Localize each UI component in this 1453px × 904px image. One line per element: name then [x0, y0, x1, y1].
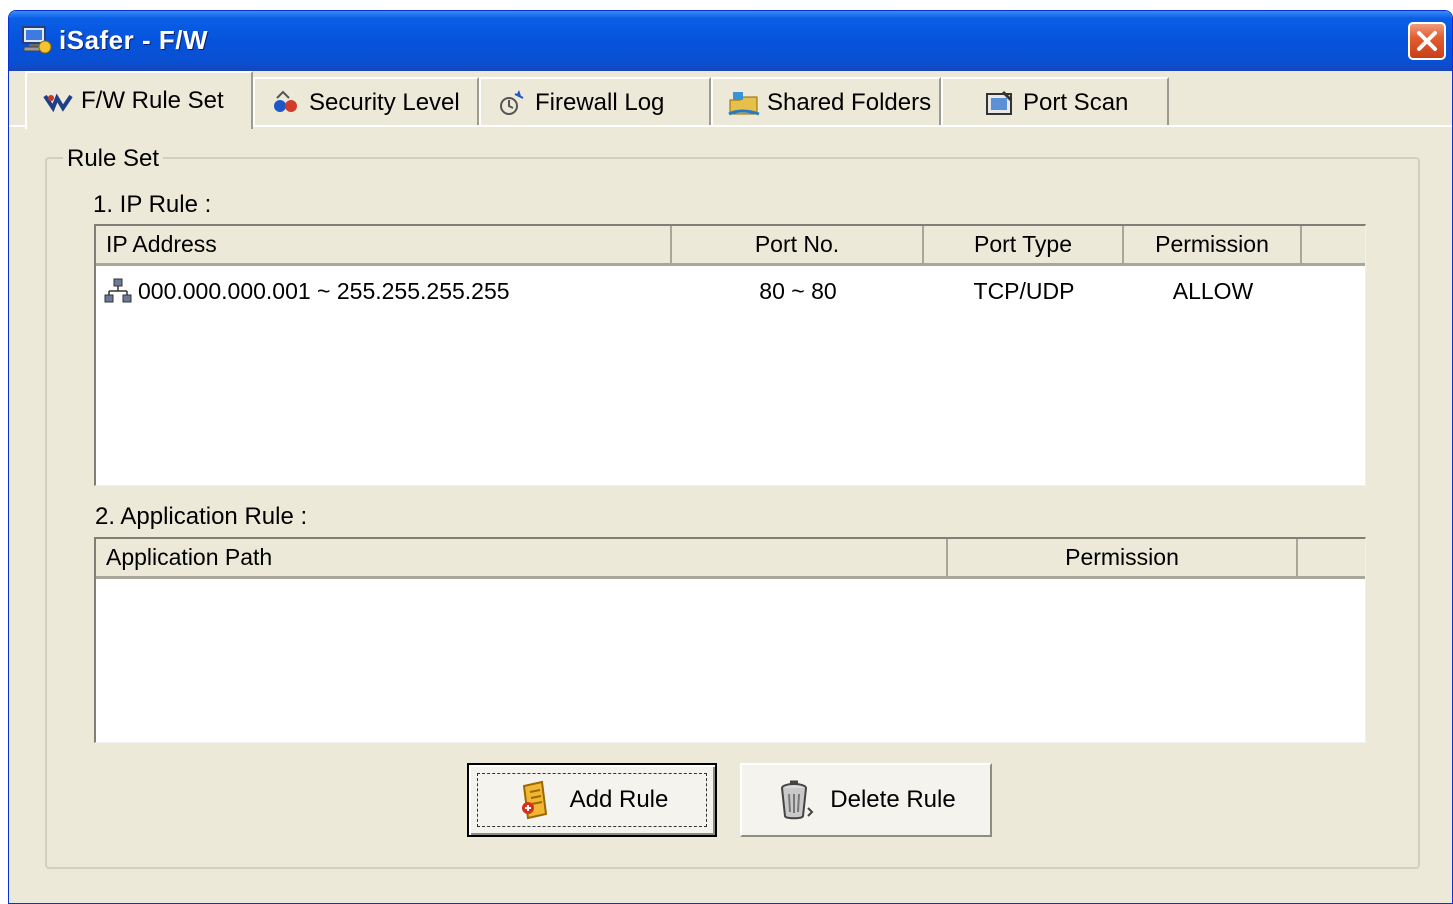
- application-rule-label: 2. Application Rule :: [95, 503, 308, 530]
- window-title: iSafer - F/W: [59, 25, 209, 55]
- tab-security-level[interactable]: Security Level: [253, 77, 479, 127]
- app-icon: [22, 26, 52, 54]
- firewall-log-icon: [500, 90, 524, 115]
- tab-strip: F/W Rule Set Security Level Firewall Log: [9, 71, 1452, 129]
- application-rule-list[interactable]: Application Path Permission: [94, 537, 1366, 743]
- column-ip-address[interactable]: IP Address: [96, 226, 672, 263]
- tab-label: Firewall Log: [535, 89, 665, 116]
- fw-rule-set-icon: [43, 93, 73, 113]
- port-type-cell: TCP/UDP: [973, 277, 1075, 304]
- tab-fw-rule-set[interactable]: F/W Rule Set: [25, 71, 253, 129]
- add-rule-button[interactable]: Add Rule: [467, 763, 717, 837]
- close-icon: [1417, 31, 1437, 51]
- ip-rule-label: 1. IP Rule :: [93, 191, 212, 218]
- add-rule-icon: [521, 780, 547, 820]
- tab-firewall-log[interactable]: Firewall Log: [479, 77, 711, 127]
- add-rule-label: Add Rule: [569, 786, 669, 813]
- tab-label: Port Scan: [1023, 89, 1129, 116]
- trash-icon: [781, 780, 814, 820]
- shared-folders-icon: [728, 92, 760, 116]
- table-row[interactable]: 000.000.000.001 ~ 255.255.255.255 80 ~ 8…: [96, 271, 1365, 311]
- application-rule-header: Application Path Permission: [96, 539, 1365, 579]
- ip-address-cell: 000.000.000.001 ~ 255.255.255.255: [104, 271, 674, 311]
- tab-label: Security Level: [309, 89, 460, 116]
- ip-rule-header: IP Address Port No. Port Type Permission: [96, 226, 1365, 266]
- tab-shared-folders[interactable]: Shared Folders: [711, 77, 941, 127]
- ip-address-value: 000.000.000.001 ~ 255.255.255.255: [138, 277, 510, 304]
- column-application-path[interactable]: Application Path: [96, 539, 948, 576]
- column-permission[interactable]: Permission: [1124, 226, 1302, 263]
- column-app-permission[interactable]: Permission: [948, 539, 1298, 576]
- network-icon: [104, 278, 132, 303]
- close-button[interactable]: [1408, 22, 1446, 60]
- column-port-type[interactable]: Port Type: [924, 226, 1124, 263]
- column-port-no[interactable]: Port No.: [672, 226, 924, 263]
- security-level-icon: [274, 90, 297, 112]
- ip-rule-list[interactable]: IP Address Port No. Port Type Permission…: [94, 224, 1366, 486]
- tab-port-scan[interactable]: Port Scan: [941, 77, 1169, 127]
- title-bar[interactable]: iSafer - F/W: [9, 11, 1452, 71]
- isafer-fw-window: iSafer - F/W F/W Rule Set Security Level: [8, 10, 1453, 904]
- port-scan-icon: [986, 90, 1013, 115]
- tab-label: Shared Folders: [767, 89, 932, 116]
- permission-cell: ALLOW: [1172, 277, 1254, 304]
- delete-rule-button[interactable]: Delete Rule: [740, 763, 992, 837]
- rule-set-legend: Rule Set: [63, 145, 164, 173]
- tab-label: F/W Rule Set: [81, 87, 224, 114]
- delete-rule-label: Delete Rule: [830, 786, 956, 813]
- port-no-cell: 80 ~ 80: [759, 277, 837, 304]
